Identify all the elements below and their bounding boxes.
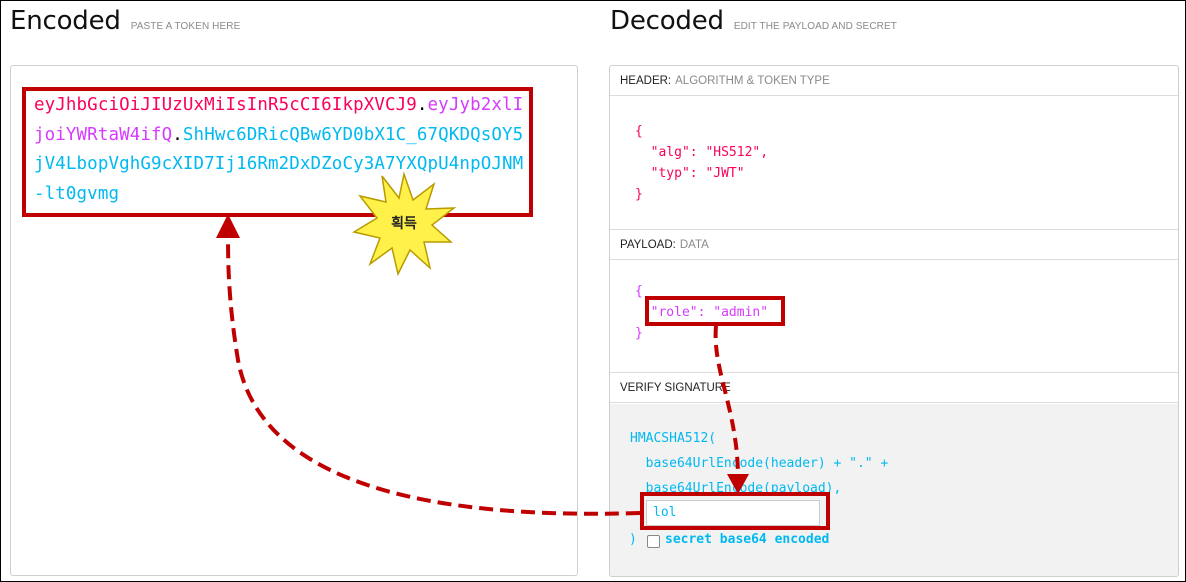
secret-highlight-box	[640, 492, 830, 530]
encoded-title: Encoded	[10, 6, 121, 36]
json-open-brace: {	[635, 124, 643, 139]
json-open-brace: {	[635, 284, 643, 299]
secret-base64-label[interactable]: secret base64 encoded	[665, 532, 829, 547]
json-close-brace: }	[635, 326, 643, 341]
verify-section-label: VERIFY SIGNATURE	[620, 382, 731, 394]
encoded-subtitle: PASTE A TOKEN HERE	[130, 21, 241, 32]
verify-close-paren: )	[629, 532, 637, 547]
header-section-title: HEADER: ALGORITHM & TOKEN TYPE	[610, 66, 1178, 96]
verify-signature-code: HMACSHA512( base64UrlEncode(header) + ".…	[630, 426, 888, 501]
header-section-label: HEADER:	[620, 75, 672, 87]
payload-section-label: PAYLOAD:	[620, 239, 676, 251]
encoded-heading: Encoded PASTE A TOKEN HERE	[10, 6, 240, 36]
secret-base64-checkbox[interactable]	[647, 535, 660, 548]
payload-section-sublabel: DATA	[679, 239, 709, 251]
decoded-title: Decoded	[610, 6, 724, 36]
verify-line-2: base64UrlEncode(header) + "." +	[645, 456, 889, 471]
payload-section-title: PAYLOAD: DATA	[610, 230, 1178, 260]
header-alg-line: "alg": "HS512",	[650, 145, 769, 160]
verify-line-1: HMACSHA512(	[630, 431, 717, 446]
verify-section-title: VERIFY SIGNATURE	[610, 373, 1178, 403]
header-section-sublabel: ALGORITHM & TOKEN TYPE	[675, 75, 830, 87]
json-close-brace: }	[635, 187, 643, 202]
decoded-heading: Decoded EDIT THE PAYLOAD AND SECRET	[610, 6, 897, 36]
header-json-editor[interactable]: { "alg": "HS512", "typ": "JWT" }	[635, 121, 768, 205]
decoded-subtitle: EDIT THE PAYLOAD AND SECRET	[733, 21, 897, 32]
token-highlight-box	[22, 87, 533, 217]
payload-highlight-box	[645, 296, 785, 326]
header-typ-line: "typ": "JWT"	[650, 166, 745, 181]
